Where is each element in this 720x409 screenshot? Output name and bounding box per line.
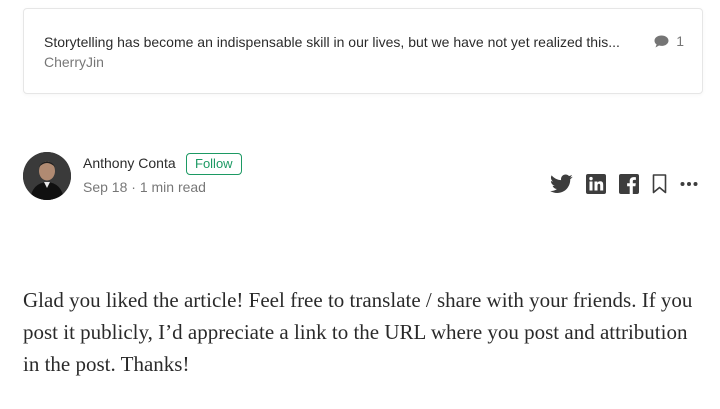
follow-button[interactable]: Follow xyxy=(186,153,242,175)
bookmark-icon[interactable] xyxy=(652,174,667,194)
parent-response-card[interactable]: Storytelling has become an indispensable… xyxy=(23,8,703,94)
facebook-icon[interactable] xyxy=(619,174,639,194)
speech-bubble-icon xyxy=(654,35,669,47)
linkedin-icon[interactable] xyxy=(586,174,606,194)
twitter-icon[interactable] xyxy=(550,174,573,194)
response-count-value: 1 xyxy=(676,33,684,49)
parent-response-author: CherryJin xyxy=(44,54,104,70)
author-name[interactable]: Anthony Conta xyxy=(83,155,176,171)
more-icon[interactable] xyxy=(680,174,698,194)
meta-separator: · xyxy=(131,179,136,195)
share-bar xyxy=(550,174,698,194)
read-time: 1 min read xyxy=(139,179,206,195)
parent-response-snippet[interactable]: Storytelling has become an indispensable… xyxy=(44,34,644,50)
response-body: Glad you liked the article! Feel free to… xyxy=(23,288,693,376)
avatar-photo xyxy=(23,152,71,200)
post-meta: Sep 18 · 1 min read xyxy=(83,179,206,195)
post-date[interactable]: Sep 18 xyxy=(83,179,127,195)
author-avatar[interactable] xyxy=(23,152,71,200)
response-count[interactable]: 1 xyxy=(654,33,684,49)
